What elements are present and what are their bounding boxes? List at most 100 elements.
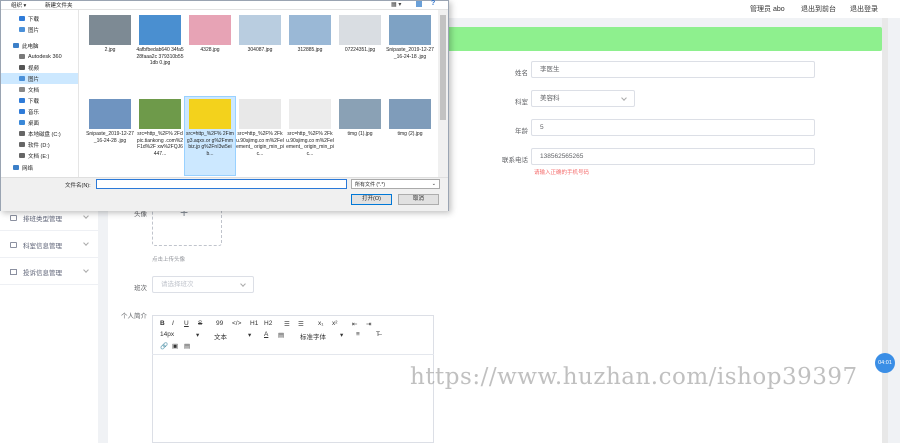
menu-icon bbox=[10, 214, 17, 221]
h2-button[interactable]: H2 bbox=[264, 320, 272, 327]
image-thumbnail-icon bbox=[339, 15, 381, 45]
shift-select[interactable]: 请选择班次 bbox=[152, 276, 254, 293]
nav-item-label: 网络 bbox=[22, 165, 34, 172]
nav-item[interactable]: 本地磁盘 (C:) bbox=[1, 128, 78, 139]
nav-item[interactable]: 下载 bbox=[1, 95, 78, 106]
back-to-front-link[interactable]: 退出到前台 bbox=[801, 4, 836, 14]
link-icon[interactable]: 🔗 bbox=[160, 342, 168, 350]
align-icon[interactable]: ≡ bbox=[356, 331, 360, 338]
file-item[interactable]: timg (2).jpg bbox=[385, 97, 435, 175]
nav-item[interactable]: 图片 bbox=[1, 73, 78, 84]
department-select[interactable]: 美容科 bbox=[531, 90, 635, 107]
nav-item[interactable]: 软件 (D:) bbox=[1, 139, 78, 150]
file-name: src=http_%2F% 2Fimg3.aqxx.or g%2Fmmbiz.j… bbox=[186, 131, 234, 157]
file-item[interactable]: 07224351.jpg bbox=[335, 13, 385, 91]
chevron-down-icon bbox=[83, 213, 89, 219]
italic-button[interactable]: I bbox=[172, 320, 174, 327]
open-button[interactable]: 打开(O) bbox=[351, 194, 392, 205]
age-input[interactable]: 5 bbox=[531, 119, 815, 136]
file-item[interactable]: src=http_%2F% 2Fdpic.tiankong .com%2F1d%… bbox=[135, 97, 185, 175]
department-label: 科室 bbox=[515, 99, 528, 106]
view-options-icon[interactable]: ▦ ▾ bbox=[391, 1, 401, 8]
file-item[interactable]: Snipaste_2019-12-27_16-24-28 .jpg bbox=[85, 97, 135, 175]
navigation-pane: 下载 图片 此电脑 Autodesk 360 视频 图片 文档 下载 音乐 桌面 本地磁盘 (C:)… bbox=[1, 10, 79, 177]
underline-button[interactable]: U bbox=[184, 320, 189, 327]
file-item[interactable]: src=http_%2F% 2Fku.90sjimg.co m%2Felemen… bbox=[285, 97, 335, 175]
image-thumbnail-icon bbox=[189, 15, 231, 45]
nav-item[interactable]: 桌面 bbox=[1, 117, 78, 128]
help-icon[interactable]: ? bbox=[431, 0, 435, 7]
file-name: 07224351.jpg bbox=[344, 47, 376, 53]
file-name: timg (2).jpg bbox=[397, 131, 423, 137]
ordered-list-button[interactable]: ☰ bbox=[284, 320, 290, 328]
nav-item[interactable]: 图片 bbox=[1, 24, 78, 35]
image-thumbnail-icon bbox=[389, 15, 431, 45]
file-item[interactable]: 2.jpg bbox=[85, 13, 135, 91]
nav-item[interactable]: 音乐 bbox=[1, 106, 78, 117]
nav-item[interactable]: 网络 bbox=[1, 162, 78, 173]
nav-item[interactable]: 文档 (E:) bbox=[1, 150, 78, 161]
shift-placeholder: 请选择班次 bbox=[161, 281, 194, 288]
file-item[interactable]: 312885.jpg bbox=[285, 13, 335, 91]
cancel-button[interactable]: 取消 bbox=[398, 194, 439, 205]
bullet-list-button[interactable]: ☰ bbox=[298, 320, 304, 328]
name-input[interactable]: 李医生 bbox=[531, 61, 815, 78]
file-name: src=http_%2F% 2Fku.90sjimg.co m%2Felemen… bbox=[236, 131, 284, 157]
superscript-button[interactable]: x² bbox=[332, 320, 337, 327]
computer-icon bbox=[13, 43, 19, 48]
file-item[interactable]: src=http_%2F% 2Fku.90sjimg.co m%2Felemen… bbox=[235, 97, 285, 175]
phone-input[interactable]: 138562565265 bbox=[531, 148, 815, 165]
text-type-select[interactable]: 文本 bbox=[214, 331, 227, 341]
image-thumbnail-icon bbox=[89, 15, 131, 45]
organize-menu[interactable]: 组织 ▾ bbox=[11, 1, 26, 9]
font-color-icon[interactable]: A bbox=[264, 331, 268, 338]
file-item[interactable]: 4328.jpg bbox=[185, 13, 235, 91]
filetype-select[interactable]: 所有文件 (*.*) ⌄ bbox=[351, 179, 440, 189]
nav-item-label: 图片 bbox=[28, 76, 40, 83]
sidebar-item-department[interactable]: 科室信息管理 bbox=[0, 232, 98, 258]
nav-item[interactable]: 下载 bbox=[1, 13, 78, 24]
h1-button[interactable]: H1 bbox=[250, 320, 258, 327]
sidebar-item-complaint[interactable]: 投诉信息管理 bbox=[0, 259, 98, 285]
preview-pane-icon[interactable] bbox=[416, 1, 422, 7]
image-thumbnail-icon bbox=[89, 99, 131, 129]
file-item[interactable]: src=http_%2F% 2Fimg3.aqxx.or g%2Fmmbiz.j… bbox=[184, 96, 236, 176]
file-item[interactable]: Snipaste_2019-12-27_16-24-18 .jpg bbox=[385, 13, 435, 91]
file-name: 2.jpg bbox=[104, 47, 116, 53]
nav-item-label: 桌面 bbox=[28, 120, 40, 127]
font-family-select[interactable]: 标准字体 bbox=[300, 331, 326, 341]
file-item[interactable]: 304087.jpg bbox=[235, 13, 285, 91]
quote-button[interactable]: 99 bbox=[216, 320, 223, 327]
font-size-select[interactable]: 14px bbox=[160, 331, 174, 338]
code-button[interactable]: </> bbox=[232, 320, 241, 327]
indent-button[interactable]: ⇥ bbox=[366, 320, 371, 328]
watermark: https://www.huzhan.com/ishop39397 bbox=[410, 364, 858, 390]
sidebar-item-label: 投诉信息管理 bbox=[23, 269, 62, 277]
nav-item[interactable]: 此电脑 bbox=[1, 40, 78, 51]
phone-label: 联系电话 bbox=[502, 157, 528, 164]
filename-label: 文件名(N): bbox=[65, 183, 91, 189]
network-icon bbox=[13, 165, 19, 170]
video-icon[interactable]: ▤ bbox=[184, 342, 190, 350]
scrollbar-thumb[interactable] bbox=[440, 15, 446, 120]
image-icon[interactable]: ▣ bbox=[172, 342, 178, 350]
highlight-icon[interactable]: ▤ bbox=[278, 331, 284, 339]
file-item[interactable]: 4afbfbedab640 34fa528faaa2c 379310b551db… bbox=[135, 13, 185, 91]
filename-input[interactable] bbox=[96, 179, 347, 189]
file-name: Snipaste_2019-12-27_16-24-18 .jpg bbox=[386, 47, 434, 60]
logout-link[interactable]: 退出登录 bbox=[850, 4, 878, 14]
nav-item-label: Autodesk 360 bbox=[28, 53, 62, 60]
nav-item[interactable]: 文档 bbox=[1, 84, 78, 95]
outdent-button[interactable]: ⇤ bbox=[352, 320, 357, 328]
pictures-icon bbox=[19, 27, 25, 32]
bold-button[interactable]: B bbox=[160, 320, 165, 327]
subscript-button[interactable]: x₁ bbox=[318, 320, 323, 327]
nav-item[interactable]: 视频 bbox=[1, 62, 78, 73]
new-folder-button[interactable]: 新建文件夹 bbox=[45, 1, 73, 9]
floating-timer-button[interactable]: 04:01 bbox=[875, 353, 895, 373]
nav-item[interactable]: Autodesk 360 bbox=[1, 51, 78, 62]
strike-button[interactable]: S bbox=[198, 320, 202, 327]
file-item[interactable]: timg (1).jpg bbox=[335, 97, 385, 175]
clear-format-icon[interactable]: T̶ bbox=[376, 331, 380, 338]
page-scrollbar[interactable] bbox=[882, 18, 888, 443]
